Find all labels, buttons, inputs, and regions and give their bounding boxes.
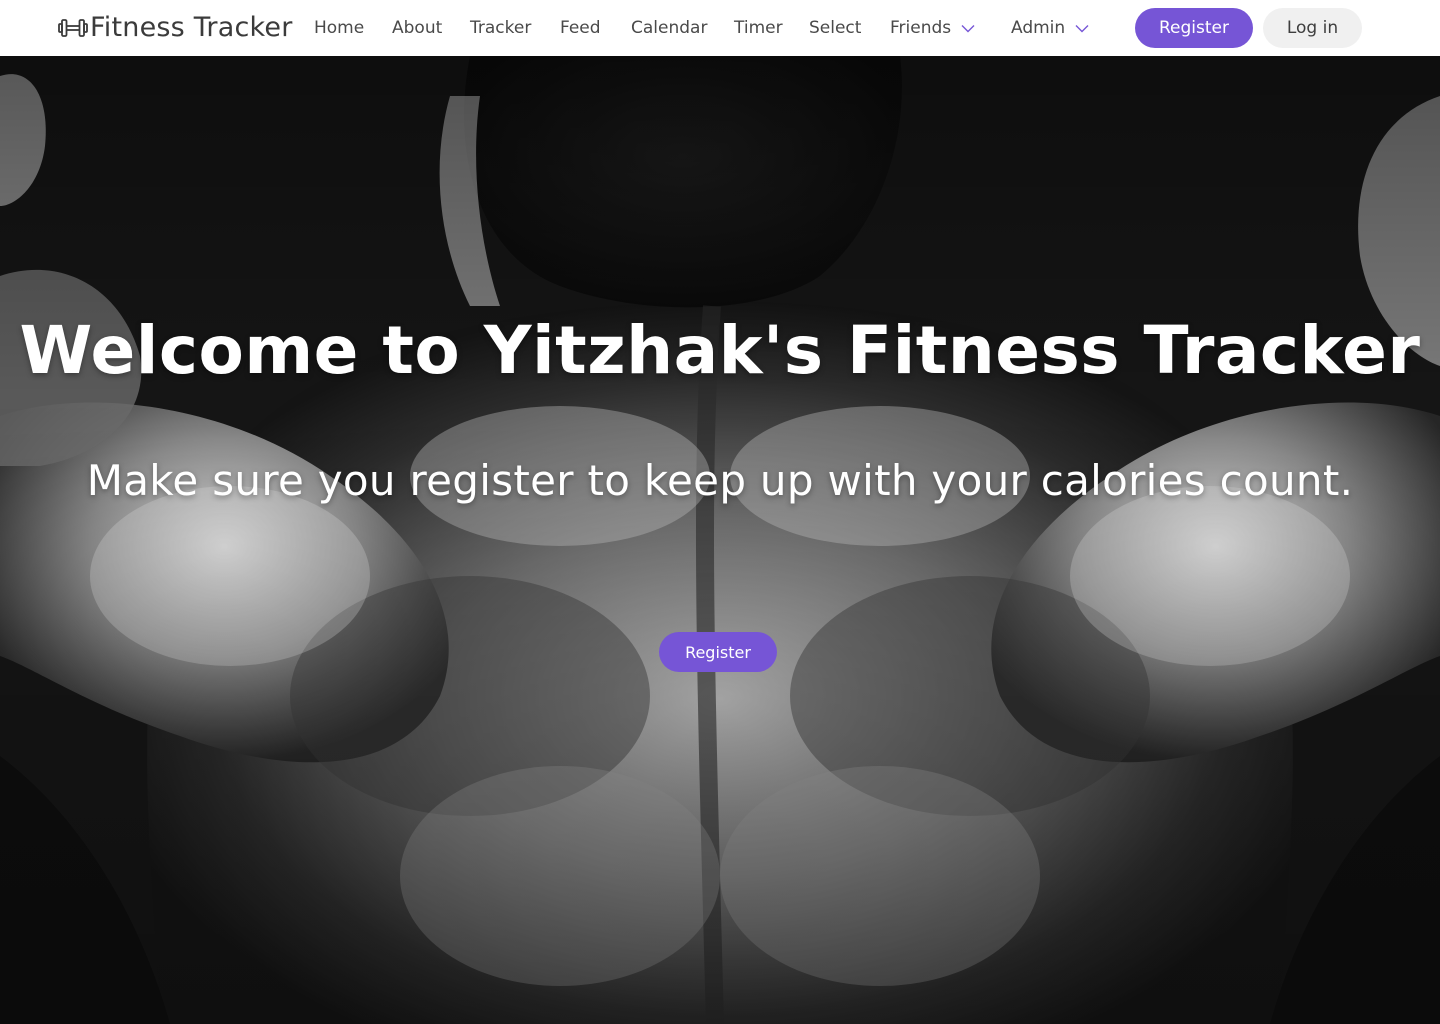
chevron-down-icon — [1075, 24, 1089, 32]
nav-dropdown-friends[interactable]: Friends — [890, 0, 975, 56]
chevron-down-icon — [961, 24, 975, 32]
nav-link-about[interactable]: About — [392, 0, 442, 56]
brand-title: Fitness Tracker — [90, 12, 293, 43]
dumbbell-icon — [58, 19, 88, 37]
nav-link-home[interactable]: Home — [314, 0, 364, 56]
top-navbar: Fitness Tracker Home About Tracker Feed … — [0, 0, 1440, 56]
nav-link-select[interactable]: Select — [809, 0, 861, 56]
hero-title: Welcome to Yitzhak's Fitness Tracker — [19, 312, 1421, 389]
brand-link[interactable]: Fitness Tracker — [58, 10, 293, 46]
hero-background-image — [0, 56, 1440, 1024]
navbar-login-button[interactable]: Log in — [1263, 8, 1362, 48]
hero-section: Welcome to Yitzhak's Fitness Tracker Mak… — [0, 56, 1440, 1024]
nav-dropdown-friends-label: Friends — [890, 18, 952, 38]
nav-link-timer[interactable]: Timer — [734, 0, 783, 56]
navbar-register-button[interactable]: Register — [1135, 8, 1253, 48]
nav-link-feed[interactable]: Feed — [560, 0, 601, 56]
nav-link-calendar[interactable]: Calendar — [631, 0, 707, 56]
hero-subtitle: Make sure you register to keep up with y… — [86, 456, 1354, 505]
nav-dropdown-admin-label: Admin — [1011, 18, 1066, 38]
nav-dropdown-admin[interactable]: Admin — [1011, 0, 1089, 56]
nav-link-tracker[interactable]: Tracker — [470, 0, 531, 56]
hero-register-button[interactable]: Register — [659, 632, 777, 672]
